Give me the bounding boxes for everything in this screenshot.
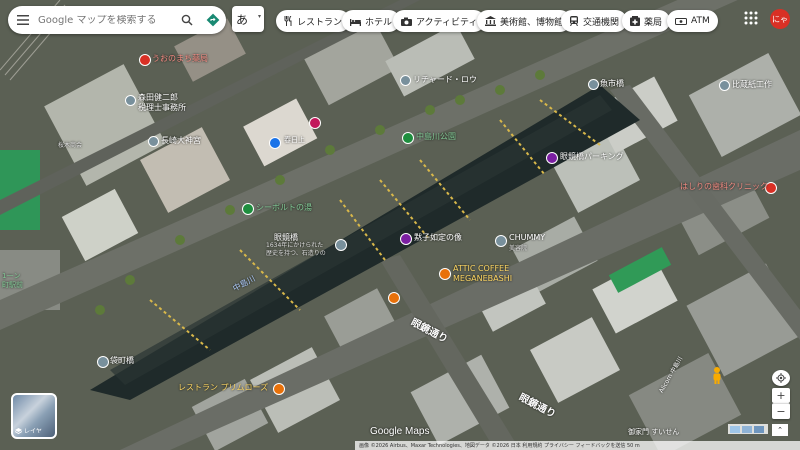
chip-label: ATM bbox=[691, 16, 710, 26]
chip-transit[interactable]: 交通機関 bbox=[561, 10, 628, 32]
chip-label: レストラン bbox=[297, 17, 343, 28]
directions-button[interactable] bbox=[200, 6, 226, 34]
google-maps-logo: Google Maps bbox=[370, 426, 430, 437]
search-input[interactable] bbox=[38, 14, 174, 26]
map-type-thumbnails[interactable] bbox=[728, 424, 768, 434]
my-location-icon bbox=[776, 373, 786, 383]
zoom-out-button[interactable]: − bbox=[772, 403, 790, 419]
hotel-icon bbox=[350, 18, 361, 26]
chip-label: 美術館、博物館 bbox=[500, 17, 564, 28]
chip-museums[interactable]: 美術館、博物館 bbox=[477, 10, 572, 32]
chevron-up-icon: ⌃ bbox=[777, 426, 783, 434]
layers-label: レイヤ bbox=[15, 426, 42, 435]
museum-icon bbox=[485, 16, 496, 26]
my-location-button[interactable] bbox=[772, 370, 790, 386]
chip-label: ホテル bbox=[365, 17, 393, 28]
chip-hotels[interactable]: ホテル bbox=[342, 10, 401, 32]
pharmacy-icon bbox=[630, 16, 640, 26]
attribution-text: 画像 ©2026 Airbus、Maxar Technologies、地図データ… bbox=[359, 443, 640, 449]
chip-pharmacy[interactable]: 薬局 bbox=[622, 10, 671, 32]
expand-chevron-button[interactable]: ⌃ bbox=[772, 424, 788, 436]
layers-icon bbox=[15, 427, 22, 434]
attribution-footer: 画像 ©2026 Airbus、Maxar Technologies、地図データ… bbox=[355, 441, 800, 450]
atm-icon bbox=[675, 17, 687, 25]
chip-atm[interactable]: ATM bbox=[667, 10, 718, 32]
apps-grid-button[interactable] bbox=[743, 10, 759, 26]
terrain-thumbnail-icon bbox=[730, 425, 764, 433]
satellite-map[interactable] bbox=[0, 0, 800, 450]
zoom-in-button[interactable]: + bbox=[772, 388, 790, 403]
ime-label: あ bbox=[236, 12, 249, 27]
search-icon bbox=[181, 14, 193, 26]
chip-label: 交通機関 bbox=[583, 17, 620, 28]
pegman-icon bbox=[713, 367, 721, 384]
layers-button[interactable]: レイヤ bbox=[11, 393, 57, 439]
menu-button[interactable] bbox=[8, 6, 38, 34]
hamburger-menu-icon bbox=[17, 15, 29, 25]
pegman-street-view[interactable] bbox=[708, 366, 726, 384]
ime-toggle[interactable]: あ ▾ bbox=[232, 6, 264, 32]
restaurant-icon bbox=[284, 16, 292, 26]
chip-activities[interactable]: アクティビティ bbox=[393, 10, 486, 32]
chip-label: アクティビティ bbox=[416, 17, 478, 28]
camera-icon bbox=[401, 17, 412, 26]
caret-down-icon: ▾ bbox=[257, 13, 261, 20]
account-avatar[interactable]: にゃ bbox=[770, 9, 790, 29]
search-box bbox=[8, 6, 226, 34]
directions-icon bbox=[206, 13, 220, 27]
chip-restaurants[interactable]: レストラン bbox=[276, 10, 351, 32]
chip-label: 薬局 bbox=[644, 17, 663, 28]
search-button[interactable] bbox=[174, 6, 200, 34]
transit-icon bbox=[570, 16, 578, 26]
apps-grid-icon bbox=[744, 11, 758, 25]
layers-text: レイヤ bbox=[24, 428, 42, 435]
